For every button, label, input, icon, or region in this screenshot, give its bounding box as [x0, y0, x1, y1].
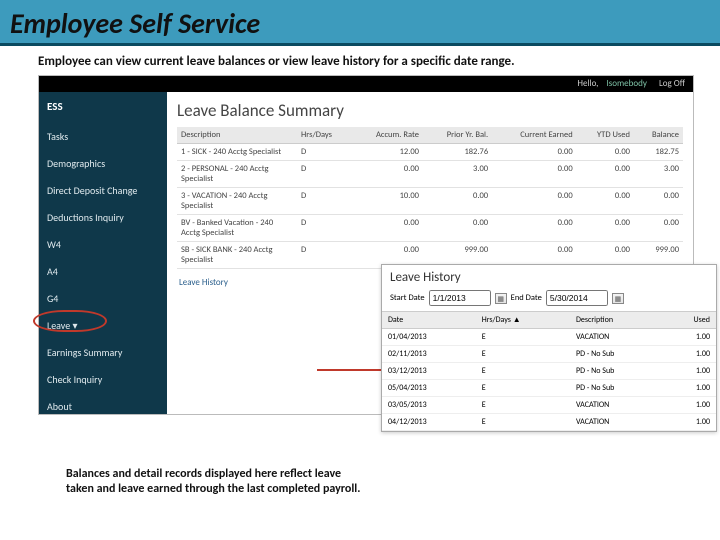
table-row[interactable]: 1 - SICK - 240 Acctg SpecialistD12.00182… [177, 144, 683, 161]
table-row[interactable]: BV - Banked Vacation - 240 Acctg Special… [177, 215, 683, 242]
calendar-icon[interactable]: ▦ [612, 293, 624, 304]
table-row[interactable]: 2 - PERSONAL - 240 Acctg SpecialistD0.00… [177, 161, 683, 188]
history-title: Leave History [382, 265, 716, 288]
slide-note: Balances and detail records displayed he… [66, 467, 366, 497]
sidebar-item-leave[interactable]: Leave ▾ [39, 312, 167, 339]
col-hrsdays[interactable]: Hrs/Days [297, 127, 352, 144]
slide-subtitle: Employee can view current leave balances… [0, 46, 720, 75]
sidebar-item-about[interactable]: About [39, 393, 167, 420]
logoff-link[interactable]: Log Off [659, 78, 685, 89]
hcol-hrsdays[interactable]: Hrs/Days ▲ [476, 312, 570, 329]
hcol-desc[interactable]: Description [570, 312, 663, 329]
col-description[interactable]: Description [177, 127, 297, 144]
table-row[interactable]: 04/12/2013EVACATION1.00 [382, 414, 716, 431]
slide-title: Employee Self Service [10, 6, 710, 41]
hcol-used[interactable]: Used [663, 312, 716, 329]
end-date-input[interactable] [546, 290, 608, 306]
sidebar-item-tasks[interactable]: Tasks [39, 123, 167, 150]
start-date-label: Start Date [390, 293, 425, 303]
current-user: Isomebody [606, 78, 646, 89]
leave-history-link[interactable]: Leave History [177, 269, 228, 288]
col-accum[interactable]: Accum. Rate [352, 127, 423, 144]
col-prior[interactable]: Prior Yr. Bal. [423, 127, 492, 144]
sidebar: ESS Tasks Demographics Direct Deposit Ch… [39, 92, 167, 414]
ess-app-window: Hello, Isomebody Log Off ESS Tasks Demog… [38, 75, 694, 415]
start-date-input[interactable] [429, 290, 491, 306]
app-topbar: Hello, Isomebody Log Off [39, 76, 693, 92]
sidebar-item-check-inquiry[interactable]: Check Inquiry [39, 366, 167, 393]
table-row[interactable]: 02/11/2013EPD - No Sub1.00 [382, 346, 716, 363]
sidebar-item-a4[interactable]: A4 [39, 258, 167, 285]
leave-history-table: Date Hrs/Days ▲ Description Used 01/04/2… [382, 311, 716, 431]
col-earned[interactable]: Current Earned [492, 127, 577, 144]
panel-title: Leave Balance Summary [177, 100, 683, 121]
hcol-date[interactable]: Date [382, 312, 476, 329]
table-row[interactable]: 3 - VACATION - 240 Acctg SpecialistD10.0… [177, 188, 683, 215]
table-row[interactable]: 03/12/2013EPD - No Sub1.00 [382, 363, 716, 380]
end-date-label: End Date [511, 293, 542, 303]
hello-label: Hello, [577, 78, 598, 89]
sidebar-item-g4[interactable]: G4 [39, 285, 167, 312]
app-logo: ESS [39, 96, 167, 123]
leave-history-popup: Leave History Start Date ▦ End Date ▦ Da… [381, 264, 717, 432]
sidebar-item-deductions[interactable]: Deductions Inquiry [39, 204, 167, 231]
sidebar-item-demographics[interactable]: Demographics [39, 150, 167, 177]
leave-balance-table: Description Hrs/Days Accum. Rate Prior Y… [177, 127, 683, 269]
sidebar-item-direct-deposit[interactable]: Direct Deposit Change [39, 177, 167, 204]
col-balance[interactable]: Balance [634, 127, 683, 144]
table-row[interactable]: 05/04/2013EPD - No Sub1.00 [382, 380, 716, 397]
sidebar-item-w4[interactable]: W4 [39, 231, 167, 258]
sidebar-item-earnings[interactable]: Earnings Summary [39, 339, 167, 366]
table-row[interactable]: 01/04/2013EVACATION1.00 [382, 329, 716, 346]
slide-title-bar: Employee Self Service [0, 0, 720, 46]
calendar-icon[interactable]: ▦ [495, 293, 507, 304]
table-row[interactable]: 03/05/2013EVACATION1.00 [382, 397, 716, 414]
col-ytd[interactable]: YTD Used [577, 127, 634, 144]
